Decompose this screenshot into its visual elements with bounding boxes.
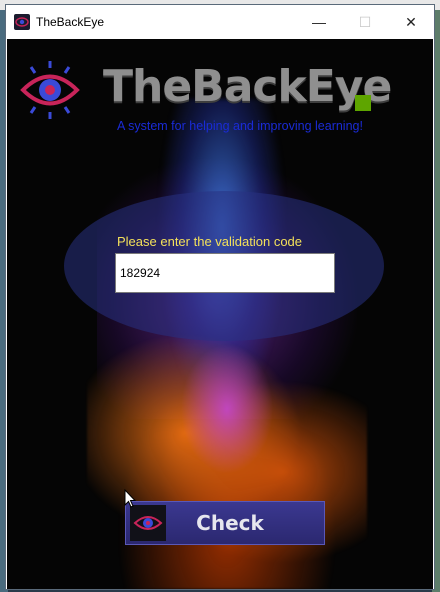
main-panel: TheBackEye A system for helping and impr… [7,39,433,589]
eye-icon [130,505,166,541]
validation-code-input[interactable] [115,253,335,293]
tagline: A system for helping and improving learn… [117,119,363,133]
check-button-label: Check [196,511,264,535]
minimize-button[interactable]: — [296,5,342,39]
title-bar[interactable]: TheBackEye — ☐ ✕ [6,5,434,39]
maximize-button[interactable]: ☐ [342,5,388,39]
check-button[interactable]: Check [125,501,325,545]
app-window: TheBackEye — ☐ ✕ TheBackEye A system for… [5,4,435,590]
close-button[interactable]: ✕ [388,5,434,39]
brand-accent-square [355,95,371,111]
window-controls: — ☐ ✕ [296,5,434,39]
validation-code-label: Please enter the validation code [117,234,303,249]
brand-title: TheBackEye [103,61,392,112]
eye-logo-icon [20,61,80,119]
eye-icon [14,14,30,30]
window-title: TheBackEye [36,15,105,29]
mouse-cursor-icon [124,489,136,508]
flame-background-pink [177,339,277,479]
